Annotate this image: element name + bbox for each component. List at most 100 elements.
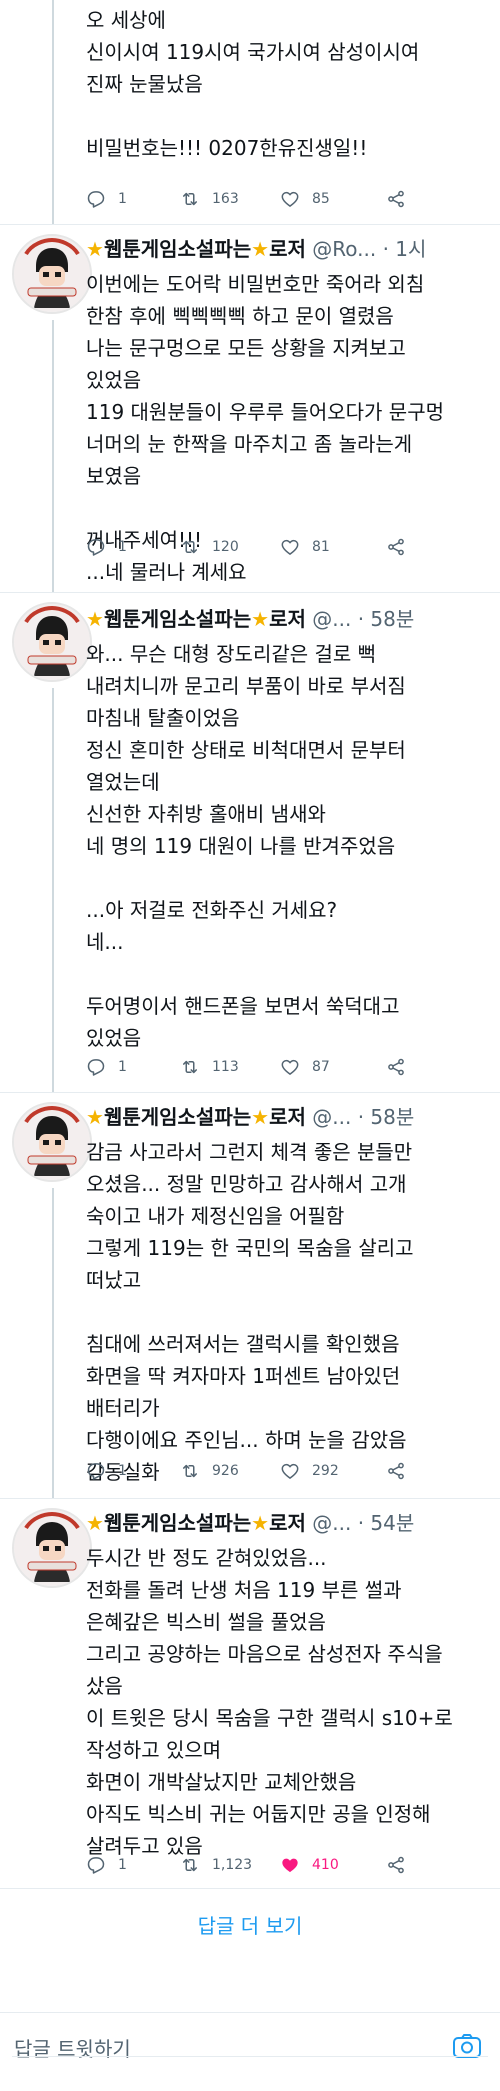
tweet-header: ★웹툰게임소설파는★로저 @... · 58분: [86, 1102, 492, 1132]
tweet-actions: 1 1,123 410: [86, 1852, 466, 1878]
avatar-image: [14, 1510, 90, 1586]
share-button[interactable]: [386, 186, 418, 212]
reply-button[interactable]: 1: [86, 1458, 127, 1484]
retweet-button[interactable]: 1,123: [180, 1852, 252, 1878]
tweet-continuation: 오 세상에 신이시여 119시여 국가시여 삼성이시여 진짜 눈물났음 비밀번호…: [0, 0, 500, 224]
timestamp[interactable]: · 58분: [358, 1105, 415, 1129]
reply-icon: [86, 537, 106, 557]
tweet-header: ★웹툰게임소설파는★로저 @... · 54분: [86, 1508, 492, 1538]
tweet-text: 와... 무슨 대형 장도리같은 걸로 뻑 내려치니까 문고리 부품이 바로 부…: [86, 642, 406, 1050]
reply-button[interactable]: 1: [86, 534, 127, 560]
retweet-icon: [180, 1461, 200, 1481]
tweet-actions: 1 113 87: [86, 1054, 466, 1080]
avatar[interactable]: [12, 602, 92, 682]
tweet-text: 두시간 반 정도 갇혀있었음... 전화를 돌려 난생 처음 119 부른 썰과…: [86, 1546, 453, 1858]
like-button[interactable]: 85: [280, 186, 330, 212]
like-count: 81: [312, 539, 330, 555]
timestamp[interactable]: · 58분: [358, 607, 415, 631]
tweet-actions: 1 163 85: [86, 186, 466, 212]
share-icon: [386, 1057, 406, 1077]
star-icon: ★: [251, 607, 270, 631]
share-button[interactable]: [386, 1852, 418, 1878]
star-icon: ★: [251, 237, 270, 261]
tweet[interactable]: ★웹툰게임소설파는★로저 @... · 58분 감금 사고라서 그런지 체격 좋…: [0, 1092, 500, 1498]
like-count: 292: [312, 1463, 339, 1479]
share-icon: [386, 189, 406, 209]
like-icon: [280, 1461, 300, 1481]
display-name[interactable]: 웹툰게임소설파는: [104, 607, 251, 631]
like-icon: [280, 1855, 300, 1875]
thread-line: [52, 320, 54, 592]
share-button[interactable]: [386, 534, 418, 560]
avatar[interactable]: [12, 1508, 92, 1588]
retweet-icon: [180, 189, 200, 209]
share-button[interactable]: [386, 1458, 418, 1484]
display-name[interactable]: 웹툰게임소설파는: [104, 237, 251, 261]
reply-count: 1: [118, 1059, 127, 1075]
share-icon: [386, 1855, 406, 1875]
share-button[interactable]: [386, 1054, 418, 1080]
retweet-count: 113: [212, 1059, 239, 1075]
like-button[interactable]: 87: [280, 1054, 330, 1080]
retweet-count: 926: [212, 1463, 239, 1479]
retweet-icon: [180, 1855, 200, 1875]
timestamp[interactable]: · 1시: [383, 237, 427, 261]
thread-line: [52, 1188, 54, 1498]
reply-button[interactable]: 1: [86, 1852, 127, 1878]
retweet-button[interactable]: 113: [180, 1054, 239, 1080]
handle[interactable]: @...: [312, 1511, 351, 1535]
like-icon: [280, 189, 300, 209]
tweet[interactable]: ★웹툰게임소설파는★로저 @... · 54분 두시간 반 정도 갇혀있었음..…: [0, 1498, 500, 1888]
handle[interactable]: @...: [312, 607, 351, 631]
avatar[interactable]: [12, 1102, 92, 1182]
thread-line: [52, 688, 54, 1092]
handle[interactable]: @...: [312, 1105, 351, 1129]
tweet[interactable]: ★웹툰게임소설파는★로저 @... · 58분 와... 무슨 대형 장도리같은…: [0, 592, 500, 1092]
retweet-icon: [180, 537, 200, 557]
display-name-suffix[interactable]: 로저: [269, 1105, 306, 1129]
reply-composer: 답글 트윗하기: [0, 2012, 500, 2091]
like-count: 87: [312, 1059, 330, 1075]
retweet-button[interactable]: 163: [180, 186, 239, 212]
reply-underline: [12, 2056, 488, 2057]
tweet[interactable]: ★웹툰게임소설파는★로저 @Ro... · 1시 이번에는 도어락 비밀번호만 …: [0, 224, 500, 592]
tweet-actions: 1 926 292: [86, 1458, 466, 1484]
tweet-actions: 1 120 81: [86, 534, 466, 560]
reply-button[interactable]: 1: [86, 186, 127, 212]
divider: [0, 1888, 500, 1889]
avatar[interactable]: [12, 234, 92, 314]
display-name-suffix[interactable]: 로저: [269, 237, 306, 261]
like-button[interactable]: 81: [280, 534, 330, 560]
star-icon: ★: [86, 1105, 104, 1129]
display-name-suffix[interactable]: 로저: [269, 607, 306, 631]
reply-icon: [86, 1461, 106, 1481]
timestamp[interactable]: · 54분: [358, 1511, 415, 1535]
handle[interactable]: @Ro...: [312, 237, 376, 261]
reply-button[interactable]: 1: [86, 1054, 127, 1080]
display-name[interactable]: 웹툰게임소설파는: [104, 1105, 251, 1129]
like-count: 85: [312, 191, 330, 207]
tweet-text: 감금 사고라서 그런지 체격 좋은 분들만 오셨음... 정말 민망하고 감사해…: [86, 1140, 414, 1484]
star-icon: ★: [251, 1511, 270, 1535]
star-icon: ★: [86, 607, 104, 631]
star-icon: ★: [86, 1511, 104, 1535]
like-icon: [280, 1057, 300, 1077]
retweet-button[interactable]: 926: [180, 1458, 239, 1484]
share-icon: [386, 537, 406, 557]
reply-icon: [86, 1855, 106, 1875]
display-name-suffix[interactable]: 로저: [269, 1511, 306, 1535]
avatar-image: [14, 604, 90, 680]
like-button[interactable]: 410: [280, 1852, 339, 1878]
like-button[interactable]: 292: [280, 1458, 339, 1484]
display-name[interactable]: 웹툰게임소설파는: [104, 1511, 251, 1535]
tweet-text: 오 세상에 신이시여 119시여 국가시여 삼성이시여 진짜 눈물났음 비밀번호…: [86, 8, 420, 160]
show-more-replies-link[interactable]: 답글 더 보기: [0, 1906, 500, 1946]
retweet-count: 163: [212, 191, 239, 207]
reply-count: 1: [118, 539, 127, 555]
retweet-button[interactable]: 120: [180, 534, 239, 560]
like-count: 410: [312, 1857, 339, 1873]
retweet-count: 120: [212, 539, 239, 555]
reply-icon: [86, 189, 106, 209]
reply-input[interactable]: 답글 트윗하기: [14, 2033, 131, 2062]
star-icon: ★: [251, 1105, 270, 1129]
